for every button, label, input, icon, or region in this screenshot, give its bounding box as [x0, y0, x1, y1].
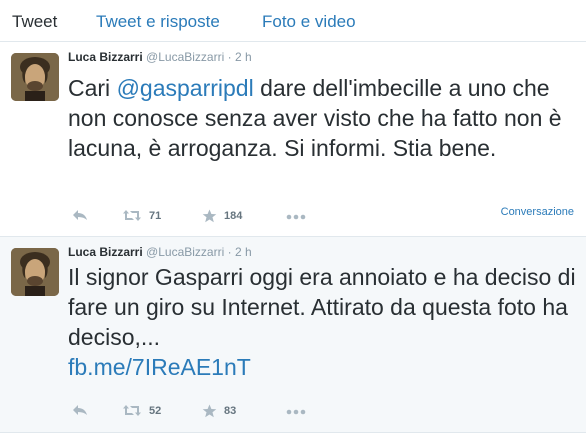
author-name[interactable]: Luca Bizzarri: [68, 245, 143, 259]
tab-tweet-e-risposte[interactable]: Tweet e risposte: [96, 12, 220, 32]
tab-tweet[interactable]: Tweet: [12, 12, 57, 32]
tweet-text-part: Il signor Gasparri oggi era annoiato e h…: [68, 264, 576, 350]
retweet-icon: [123, 405, 141, 416]
retweet-button[interactable]: 71: [122, 209, 161, 222]
favorite-count: 184: [224, 210, 243, 222]
more-icon: [286, 214, 306, 220]
author-name[interactable]: Luca Bizzarri: [68, 50, 143, 64]
tweet-text-part: Cari: [68, 75, 117, 101]
timestamp[interactable]: 2 h: [235, 245, 252, 259]
conversation-link[interactable]: Conversazione: [501, 206, 574, 218]
favorite-count: 83: [224, 405, 237, 417]
more-button[interactable]: [286, 214, 306, 220]
retweet-count: 71: [149, 209, 162, 222]
retweet-icon: [123, 210, 141, 221]
tweet-header: Luca Bizzarri @LucaBizzarri · 2 h: [68, 50, 252, 64]
retweet-count: 52: [149, 404, 162, 417]
profile-tabs: Tweet Tweet e risposte Foto e video: [0, 0, 586, 42]
timestamp[interactable]: 2 h: [235, 50, 252, 64]
tweet[interactable]: Luca Bizzarri @LucaBizzarri · 2 h Il sig…: [0, 237, 586, 433]
more-icon: [286, 409, 306, 415]
reply-icon: [73, 210, 87, 220]
tab-foto-e-video[interactable]: Foto e video: [262, 12, 356, 32]
retweet-button[interactable]: 52: [122, 404, 161, 417]
more-button[interactable]: [286, 409, 306, 415]
tweet-text: Il signor Gasparri oggi era annoiato e h…: [68, 262, 578, 382]
tweet-url-link[interactable]: fb.me/7IReAE1nT: [68, 354, 251, 380]
reply-button[interactable]: [72, 404, 88, 416]
favorite-star-icon: [202, 404, 217, 418]
favorite-star-icon: [202, 209, 217, 223]
author-handle[interactable]: @LucaBizzarri: [146, 245, 224, 259]
mention-link[interactable]: @gasparripdl: [117, 75, 254, 101]
author-handle[interactable]: @LucaBizzarri: [146, 50, 224, 64]
tweet-header: Luca Bizzarri @LucaBizzarri · 2 h: [68, 245, 252, 259]
avatar[interactable]: [11, 248, 59, 296]
reply-icon: [73, 405, 87, 415]
tweet-text: Cari @gasparripdl dare dell'imbecille a …: [68, 73, 578, 163]
favorite-button[interactable]: 184: [202, 209, 242, 223]
tweet-actions: 71 184: [68, 209, 368, 229]
separator: ·: [227, 245, 232, 259]
avatar[interactable]: [11, 53, 59, 101]
tweet-actions: 52 83: [68, 404, 368, 424]
favorite-button[interactable]: 83: [202, 404, 236, 418]
reply-button[interactable]: [72, 209, 88, 221]
tweet[interactable]: Luca Bizzarri @LucaBizzarri · 2 h Cari @…: [0, 42, 586, 237]
separator: ·: [227, 50, 232, 64]
